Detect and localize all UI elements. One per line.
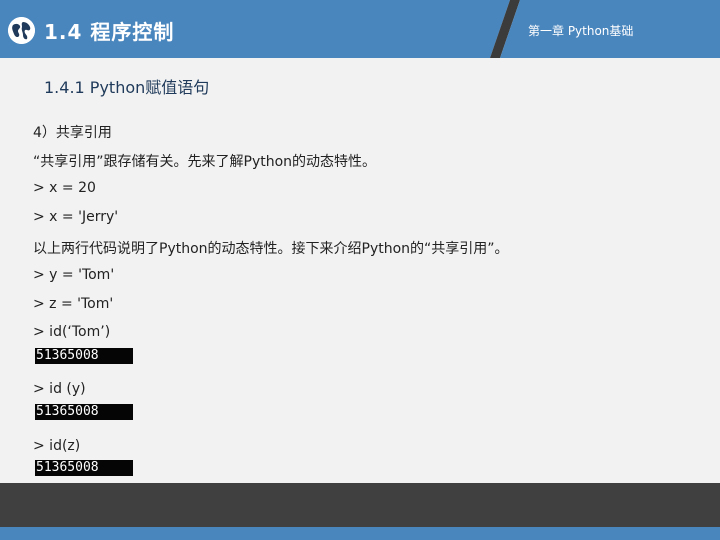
console-output: 51365008 — [35, 404, 133, 420]
code-line: > x = 'Jerry' — [33, 209, 119, 225]
code-line: > x = 20 — [33, 180, 96, 196]
content-line: 以上两行代码说明了Python的动态特性。接下来介绍Python的“共享引用”。 — [33, 241, 509, 257]
console-output: 51365008 — [35, 460, 133, 476]
code-line: > id(z) — [33, 438, 81, 454]
console-output: 51365008 — [35, 348, 133, 364]
code-line: > z = 'Tom' — [33, 296, 114, 312]
footer-band-dark — [0, 483, 720, 527]
globe-icon — [8, 17, 35, 44]
chapter-title: 1.4 程序控制 — [44, 20, 175, 44]
section-title: 1.4.1 Python赋值语句 — [44, 78, 210, 97]
code-line: > id(‘Tom’) — [33, 324, 111, 340]
content-line: “共享引用”跟存储有关。先来了解Python的动态特性。 — [33, 154, 377, 170]
code-line: > y = 'Tom' — [33, 267, 115, 283]
content-line: 4）共享引用 — [33, 125, 112, 141]
chapter-label: 第一章 Python基础 — [528, 24, 634, 38]
footer-band-blue — [0, 527, 720, 540]
slide-header: 1.4 程序控制 第一章 Python基础 — [0, 0, 720, 58]
code-line: > id (y) — [33, 381, 86, 397]
